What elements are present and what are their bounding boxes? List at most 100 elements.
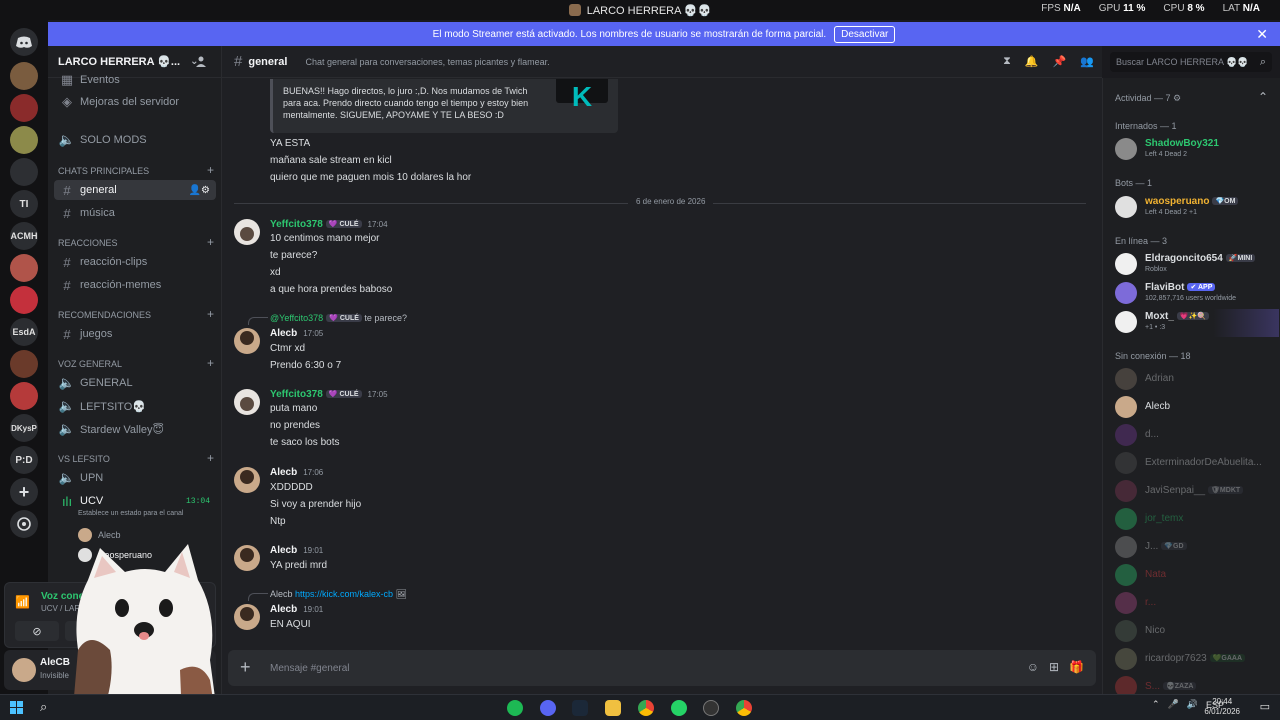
avatar[interactable] — [234, 545, 260, 571]
channel-musica[interactable]: # música — [54, 203, 216, 223]
server-icon-10[interactable] — [10, 350, 38, 378]
message-author[interactable]: Alecb 17:06 — [270, 467, 323, 478]
emoji-icon[interactable]: ☺ — [1027, 660, 1039, 674]
whatsapp-icon[interactable] — [671, 700, 687, 716]
embed-thumbnail[interactable]: K — [556, 79, 608, 111]
member-item[interactable]: ExterminadorDeAbuelita... — [1115, 450, 1279, 478]
server-icon-7[interactable] — [10, 254, 38, 282]
search-input[interactable]: Buscar LARCO HERRERA 💀💀 ⌕ — [1110, 52, 1272, 72]
member-item[interactable]: Moxt_ 💗✨🍭 +1 • :3 — [1115, 309, 1279, 337]
category-reacciones[interactable]: REACCIONES + — [58, 236, 214, 248]
message-author[interactable]: Yeffcito378 💜 CULÉ 17:04 — [270, 219, 388, 230]
deactivate-button[interactable]: Desactivar — [834, 25, 896, 43]
invite-people-icon[interactable] — [196, 55, 208, 67]
member-item[interactable]: S... 💀ZAZA — [1115, 674, 1279, 698]
channel-stardew[interactable]: 🔈 Stardew Valley😇 — [54, 419, 216, 439]
discord-home-icon[interactable] — [10, 28, 38, 56]
avatar[interactable] — [234, 328, 260, 354]
channel-solo-mods[interactable]: 🔈 SOLO MODS — [54, 130, 216, 150]
notification-icon[interactable]: ▭ — [1260, 700, 1270, 713]
bell-icon[interactable]: 🔔 — [1025, 55, 1039, 68]
activity-header[interactable]: Actividad — 7 ⚙ — [1115, 93, 1181, 104]
search-icon[interactable]: ⌕ — [40, 699, 47, 715]
pin-icon[interactable]: 📌 — [1053, 55, 1067, 68]
settings-icon[interactable]: 👤⚙ — [189, 185, 210, 196]
message-composer[interactable]: + Mensaje #general ☺ ⊞ 🎁 — [228, 650, 1096, 686]
discord-app-icon[interactable] — [540, 700, 556, 716]
plus-icon[interactable]: + — [207, 236, 214, 248]
channel-juegos[interactable]: # juegos — [54, 324, 216, 344]
reply-preview[interactable]: Alecb https://kick.com/kalex-cb 🖼 — [270, 589, 407, 600]
plus-icon[interactable]: + — [207, 164, 214, 176]
channel-reaccion-memes[interactable]: # reacción-memes — [54, 275, 216, 295]
category-chats[interactable]: CHATS PRINCIPALES + — [58, 164, 214, 176]
avatar[interactable] — [234, 389, 260, 415]
file-explorer-icon[interactable] — [605, 700, 621, 716]
message-author[interactable]: Alecb 19:01 — [270, 545, 323, 556]
channel-reaccion-clips[interactable]: # reacción-clips — [54, 252, 216, 272]
spotify-icon[interactable] — [507, 700, 523, 716]
close-icon[interactable]: ✕ — [1256, 26, 1268, 43]
server-icon-3[interactable] — [10, 126, 38, 154]
server-dkysp[interactable]: DKysP — [10, 414, 38, 442]
server-icon-2[interactable] — [10, 94, 38, 122]
camera-off-button[interactable]: ⊘ — [15, 621, 59, 641]
discover-icon[interactable] — [10, 510, 38, 538]
member-item[interactable]: Eldragoncito654 🚀MINI Roblox — [1115, 251, 1279, 279]
chevron-up-icon[interactable]: ⌃ — [1258, 90, 1268, 104]
steam-icon[interactable] — [572, 700, 588, 716]
attach-plus-icon[interactable]: + — [240, 658, 256, 676]
member-item[interactable]: Nico — [1115, 618, 1279, 646]
server-acmh[interactable]: ACMH — [10, 222, 38, 250]
member-item[interactable]: ShadowBoy321 Left 4 Dead 2 — [1115, 136, 1279, 164]
category-vs-lefsito[interactable]: VS LEFSITO + — [58, 452, 214, 464]
member-item[interactable]: FlaviBot ✔ APP 102,857,716 users worldwide — [1115, 280, 1279, 308]
apps-icon[interactable]: ⊞ — [1049, 660, 1059, 674]
taskbar-clock[interactable]: 20:44 6/01/2026 — [1204, 697, 1240, 717]
server-pd[interactable]: P:D — [10, 446, 38, 474]
server-icon-4[interactable] — [10, 158, 38, 186]
server-icon-11[interactable] — [10, 382, 38, 410]
channel-status-hint[interactable]: Establece un estado para el canal — [78, 510, 183, 517]
member-item[interactable]: Adrian — [1115, 366, 1279, 394]
member-item[interactable]: Nata — [1115, 562, 1279, 590]
message-author[interactable]: Alecb 19:01 — [270, 604, 323, 615]
members-icon[interactable]: 👥 — [1080, 55, 1094, 68]
mic-icon[interactable]: 🎤 — [1168, 699, 1179, 710]
chevron-up-icon[interactable]: ⌃ — [1152, 699, 1160, 710]
channel-v-general[interactable]: 🔈 GENERAL — [54, 373, 216, 393]
channel-topic[interactable]: Chat general para conversaciones, temas … — [305, 57, 549, 67]
server-esda[interactable]: EsdA — [10, 318, 38, 346]
member-item[interactable]: Alecb — [1115, 394, 1279, 422]
events-item[interactable]: ▦ Eventos — [54, 70, 216, 90]
server-icon-8[interactable] — [10, 286, 38, 314]
plus-icon[interactable]: + — [207, 308, 214, 320]
chrome-icon[interactable] — [638, 700, 654, 716]
chrome-profile-icon[interactable] — [736, 700, 752, 716]
avatar[interactable] — [234, 467, 260, 493]
channel-general[interactable]: # general 👤⚙ — [54, 180, 216, 200]
boost-item[interactable]: ◈ Mejoras del servidor — [54, 92, 216, 112]
reply-preview[interactable]: @Yeffcito378 💜 CULÉ te parece? — [270, 313, 407, 323]
member-item[interactable]: ricardopr7623 💚GAAA — [1115, 646, 1279, 674]
member-item[interactable]: J... 💎GD — [1115, 534, 1279, 562]
category-voz-general[interactable]: VOZ GENERAL + — [58, 357, 214, 369]
gift-icon[interactable]: 🎁 — [1069, 660, 1084, 674]
member-item[interactable]: JaviSenpai__ 🛡MDKT — [1115, 478, 1279, 506]
channel-ucv[interactable]: ılı UCV 13:04 — [54, 491, 216, 511]
server-ti[interactable]: TI — [10, 190, 38, 218]
member-item[interactable]: r... — [1115, 590, 1279, 618]
category-recomendaciones[interactable]: RECOMENDACIONES + — [58, 308, 214, 320]
message-author[interactable]: Yeffcito378 💜 CULÉ 17:05 — [270, 389, 388, 400]
member-item[interactable]: jor_temx — [1115, 506, 1279, 534]
avatar[interactable] — [12, 658, 36, 682]
add-server-icon[interactable]: + — [10, 478, 38, 506]
avatar[interactable] — [234, 604, 260, 630]
member-item[interactable]: waosperuano 💎OM Left 4 Dead 2 +1 — [1115, 194, 1279, 222]
server-larco-icon[interactable] — [10, 62, 38, 90]
channel-leftsito[interactable]: 🔈 LEFTSITO💀 — [54, 396, 216, 416]
volume-icon[interactable]: 🔊 — [1187, 699, 1198, 710]
member-item[interactable]: d... — [1115, 422, 1279, 450]
app-icon[interactable] — [703, 700, 719, 716]
plus-icon[interactable]: + — [207, 357, 214, 369]
